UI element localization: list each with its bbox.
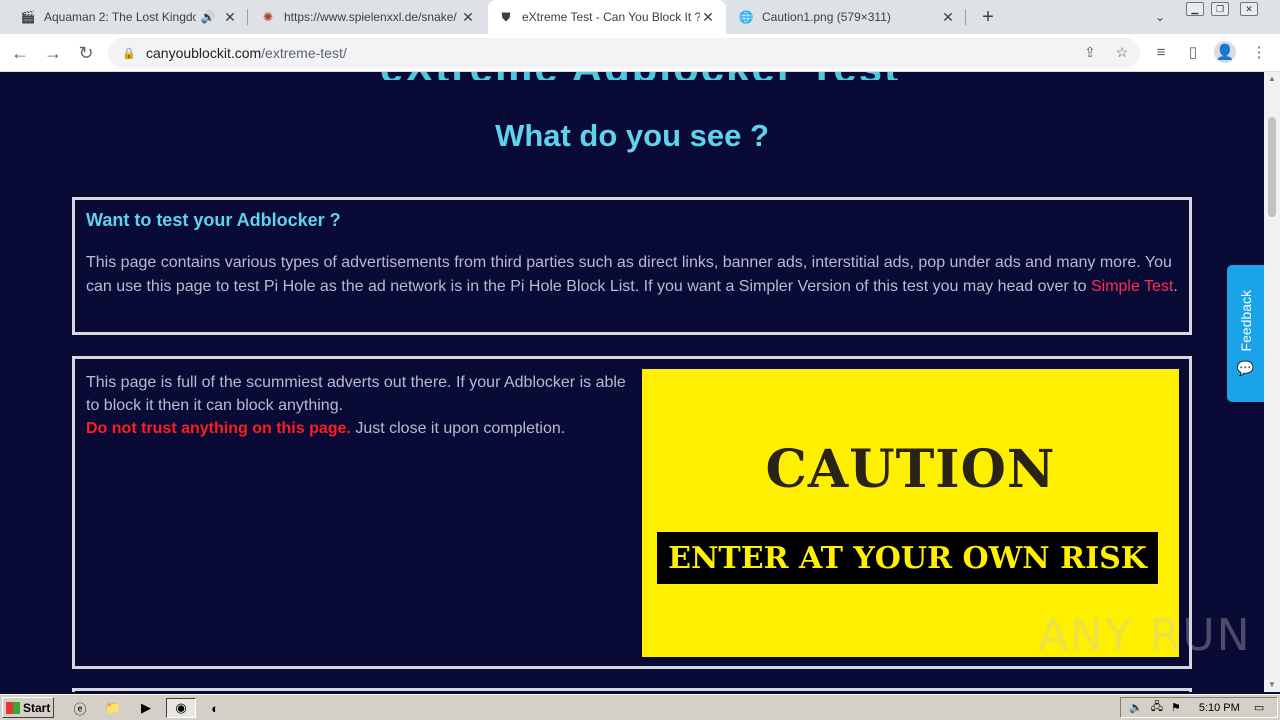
minimize-button[interactable]: ▁ xyxy=(1186,2,1204,16)
film-icon: 🎬 xyxy=(20,10,36,24)
profile-avatar-icon[interactable]: 👤 xyxy=(1214,41,1236,63)
url-host: canyoublockit.com xyxy=(146,45,262,61)
new-tab-button[interactable]: + xyxy=(976,5,1000,29)
taskbar: Start ⓔ 📁 ▶ ◉ ◐ 🔈 🖧 ⚑ 5:10 PM ▭ xyxy=(0,694,1280,720)
network-icon[interactable]: 🖧 xyxy=(1151,698,1163,717)
tab-extreme-test[interactable]: ⛊ eXtreme Test - Can You Block It ? ✕ xyxy=(488,0,726,34)
close-icon[interactable]: ✕ xyxy=(460,9,476,25)
chat-icon: 💬 xyxy=(1236,359,1255,376)
edge-icon[interactable]: ◐ xyxy=(203,698,227,718)
start-button[interactable]: Start xyxy=(2,697,54,718)
intro-paragraph: This page contains various types of adve… xyxy=(86,251,1178,299)
tab-separator xyxy=(247,9,248,25)
spielenxxl-icon: ✺ xyxy=(262,10,274,24)
tab-strip: 🎬 Aquaman 2: The Lost Kingdom S 🔊 ✕ ✺ ht… xyxy=(0,0,1280,34)
shield-icon: ⛊ xyxy=(501,9,511,24)
tab-separator xyxy=(965,9,966,25)
media-controls-icon[interactable]: ≡ xyxy=(1150,41,1172,63)
page-subheading: What do you see ? xyxy=(495,118,769,153)
side-panel-icon[interactable]: ▯ xyxy=(1182,41,1204,63)
tab-title: Aquaman 2: The Lost Kingdom S xyxy=(44,10,196,24)
intro-title: Want to test your Adblocker ? xyxy=(86,210,341,230)
close-icon[interactable]: ✕ xyxy=(222,9,238,25)
close-window-button[interactable]: ✕ xyxy=(1240,2,1258,16)
scroll-down-icon[interactable]: ▼ xyxy=(1267,680,1277,690)
flag-icon[interactable]: ⚑ xyxy=(1171,701,1181,714)
intro-body: This page contains various types of adve… xyxy=(86,254,1172,295)
chrome-icon[interactable]: ◉ xyxy=(166,698,196,718)
address-bar[interactable]: 🔒 canyoublockit.com/extreme-test/ xyxy=(108,38,1140,68)
media-player-icon[interactable]: ▶ xyxy=(134,698,158,718)
caution-banner: ENTER AT YOUR OWN RISK xyxy=(657,532,1158,584)
folder-icon[interactable]: 📁 xyxy=(101,698,125,718)
tab-aquaman[interactable]: 🎬 Aquaman 2: The Lost Kingdom S 🔊 ✕ xyxy=(10,0,248,34)
tab-caution-png[interactable]: 🌐 Caution1.png (579×311) ✕ xyxy=(728,0,966,34)
clock: 5:10 PM xyxy=(1198,701,1240,714)
warning-after: Just close it upon completion. xyxy=(350,420,566,437)
warning-bold-red: Do not trust anything on this page. xyxy=(86,420,351,437)
tab-spielenxxl[interactable]: ✺ https://www.spielenxxl.de/snake/ ✕ xyxy=(250,0,486,34)
intro-box: Want to test your Adblocker ? This page … xyxy=(72,197,1192,335)
watermark: ANY RUN xyxy=(1038,610,1252,661)
browser-toolbar: ← → ↻ 🔒 canyoublockit.com/extreme-test/ … xyxy=(0,34,1280,72)
scroll-up-icon[interactable]: ▲ xyxy=(1267,74,1277,84)
feedback-tab[interactable]: Feedback 💬 xyxy=(1227,265,1264,402)
volume-icon[interactable]: 🔈 xyxy=(1129,701,1143,714)
warning-box: This page is full of the scummiest adver… xyxy=(72,356,1192,669)
caution-title: CAUTION xyxy=(765,439,1056,500)
feedback-label: Feedback xyxy=(1237,290,1254,352)
tab-title: https://www.spielenxxl.de/snake/ xyxy=(284,10,457,24)
warning-body: This page is full of the scummiest adver… xyxy=(86,374,626,414)
ie-icon[interactable]: ⓔ xyxy=(68,698,92,718)
menu-kebab-icon[interactable]: ⋮ xyxy=(1248,41,1270,63)
warning-text: This page is full of the scummiest adver… xyxy=(86,371,626,440)
scroll-thumb[interactable] xyxy=(1268,117,1276,217)
show-desktop-icon[interactable]: ▭ xyxy=(1254,701,1264,714)
speaker-icon[interactable]: 🔊 xyxy=(200,9,216,25)
tab-title: eXtreme Test - Can You Block It ? xyxy=(522,10,700,24)
vertical-scrollbar[interactable]: ▲ ▼ xyxy=(1264,72,1280,692)
intro-tail: . xyxy=(1173,278,1178,295)
share-icon[interactable]: ⇪ xyxy=(1080,42,1100,62)
tab-search-chevron-icon[interactable]: ⌄ xyxy=(1150,7,1170,27)
system-tray: 🔈 🖧 ⚑ 5:10 PM ▭ xyxy=(1120,697,1278,718)
bookmark-star-icon[interactable]: ☆ xyxy=(1112,42,1132,62)
lock-icon[interactable]: 🔒 xyxy=(122,46,136,60)
reload-icon[interactable]: ↻ xyxy=(74,41,98,65)
tab-title: Caution1.png (579×311) xyxy=(762,10,891,24)
back-arrow-icon[interactable]: ← xyxy=(8,41,32,65)
url-path: /extreme-test/ xyxy=(261,45,347,61)
page-viewport: eXtreme Adblocker Test What do you see ?… xyxy=(0,72,1264,692)
start-label: Start xyxy=(23,700,51,715)
forward-arrow-icon[interactable]: → xyxy=(41,41,65,65)
windows-flag-icon xyxy=(6,701,20,714)
simple-test-link[interactable]: Simple Test xyxy=(1091,278,1173,295)
close-icon[interactable]: ✕ xyxy=(700,9,716,25)
page-title-cut: eXtreme Adblocker Test xyxy=(240,72,1040,80)
restore-button[interactable]: ❐ xyxy=(1211,2,1229,16)
globe-icon: 🌐 xyxy=(738,10,754,24)
next-box-edge xyxy=(72,688,1192,692)
close-icon[interactable]: ✕ xyxy=(940,9,956,25)
